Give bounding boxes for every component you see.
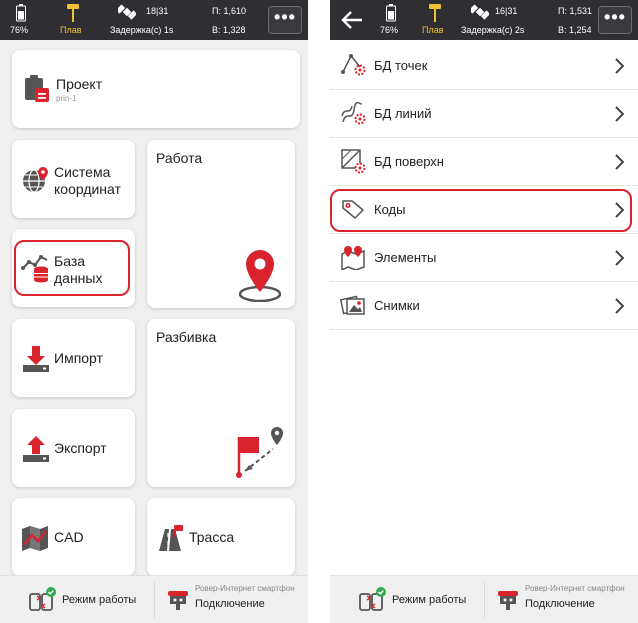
battery-status: 76% <box>374 0 408 40</box>
solution-status[interactable]: Плав <box>56 0 90 40</box>
project-name: prin-1 <box>56 94 77 103</box>
stakeout-card[interactable]: Разбивка <box>147 319 295 487</box>
connection-label: Подключение <box>525 598 595 610</box>
satellite-status[interactable]: 18|31 Задержка(с) 1s <box>110 0 200 40</box>
list-item-label: Снимки <box>374 298 420 313</box>
connection-button[interactable]: Ровер-Интернет смартфон Подключение <box>155 576 308 623</box>
import-title: Импорт <box>54 350 103 366</box>
satellite-icon <box>118 4 136 20</box>
cad-map-icon <box>22 526 48 551</box>
chevron-right-icon <box>615 154 624 170</box>
precision-status: П: 1,610 В: 1,328 <box>212 0 262 40</box>
divider <box>330 329 638 330</box>
bottom-bar: Режим работы Ровер-Интернет смартфон Под… <box>0 575 308 623</box>
chevron-right-icon <box>615 250 624 266</box>
import-card[interactable]: Импорт <box>12 319 135 397</box>
coordinate-system-title: Система координат <box>54 164 121 197</box>
vertical-precision: В: 1,328 <box>212 25 246 35</box>
rover-icon <box>498 591 518 610</box>
list-item-label: Элементы <box>374 250 437 265</box>
connection-button[interactable]: Ровер-Интернет смартфон Подключение <box>485 576 638 623</box>
chevron-right-icon <box>615 58 624 74</box>
project-title: Проект <box>56 76 103 92</box>
globe-icon <box>23 167 48 193</box>
connection-label: Подключение <box>195 598 265 610</box>
work-mode-label: Режим работы <box>392 594 467 606</box>
work-mode-icon <box>29 587 56 611</box>
point-db-icon <box>341 54 366 76</box>
horizontal-precision: П: 1,531 <box>558 6 592 16</box>
rover-icon <box>168 591 188 610</box>
horizontal-precision: П: 1,610 <box>212 6 246 16</box>
work-mode-label: Режим работы <box>62 594 137 606</box>
work-title: Работа <box>156 150 203 166</box>
coordinate-system-card[interactable]: Система координат <box>12 140 135 218</box>
solution-status[interactable]: Плав <box>418 0 452 40</box>
route-icon <box>159 525 183 551</box>
battery-icon <box>386 4 396 22</box>
device-name: Ровер-Интернет смартфон <box>195 584 295 593</box>
more-button[interactable]: ••• <box>598 6 632 34</box>
codes-highlight <box>330 189 632 232</box>
export-icon <box>23 436 49 462</box>
solution-mode: Плав <box>60 25 82 35</box>
satellite-count: 16|31 <box>495 6 518 16</box>
list-item-label: БД линий <box>374 106 432 121</box>
database-highlight <box>14 240 130 296</box>
map-elements-icon <box>341 246 365 270</box>
database-screen: 76% Плав 16|31 Задержка(с) 2s П: 1,531 В… <box>330 0 638 623</box>
work-mode-button[interactable]: Режим работы <box>0 576 154 623</box>
more-button[interactable]: ••• <box>268 6 302 34</box>
project-card[interactable]: Проект prin-1 <box>12 50 300 128</box>
latency: Задержка(с) 2s <box>461 25 525 35</box>
battery-status: 76% <box>6 0 40 40</box>
photos-icon <box>340 295 365 315</box>
device-name: Ровер-Интернет смартфон <box>525 584 625 593</box>
work-mode-icon <box>359 587 386 611</box>
route-card[interactable]: Трасса <box>147 498 295 576</box>
list-item-point-db[interactable]: БД точек <box>330 42 638 90</box>
satellite-count: 18|31 <box>146 6 169 16</box>
list-item-photos[interactable]: Снимки <box>330 282 638 330</box>
cad-card[interactable]: CAD <box>12 498 135 576</box>
route-title: Трасса <box>189 529 235 545</box>
chevron-right-icon <box>615 106 624 122</box>
solution-mode: Плав <box>422 25 444 35</box>
battery-level: 76% <box>10 25 29 35</box>
list-item-label: БД точек <box>374 58 428 73</box>
list-item-line-db[interactable]: БД линий <box>330 90 638 138</box>
work-mode-button[interactable]: Режим работы <box>330 576 484 623</box>
stakeout-title: Разбивка <box>156 329 217 345</box>
antenna-icon <box>67 4 79 22</box>
status-bar: 76% Плав 18|31 Задержка(с) 1s П: 1,610 В… <box>0 0 308 40</box>
battery-level: 76% <box>380 25 399 35</box>
list-item-surface-db[interactable]: БД поверхн <box>330 138 638 186</box>
map-pin-icon <box>238 250 282 302</box>
antenna-icon <box>429 4 441 22</box>
status-bar: 76% Плав 16|31 Задержка(с) 2s П: 1,531 В… <box>330 0 638 40</box>
satellite-icon <box>471 4 489 20</box>
project-icon <box>25 75 49 102</box>
export-card[interactable]: Экспорт <box>12 409 135 487</box>
main-menu-screen: 76% Плав 18|31 Задержка(с) 1s П: 1,610 В… <box>0 0 308 623</box>
back-arrow-icon[interactable] <box>338 8 366 32</box>
battery-icon <box>16 4 26 22</box>
chevron-right-icon <box>615 298 624 314</box>
export-title: Экспорт <box>54 440 107 456</box>
bottom-bar: Режим работы Ровер-Интернет смартфон Под… <box>330 575 638 623</box>
stakeout-flag-icon <box>236 427 283 478</box>
list-item-label: БД поверхн <box>374 154 444 169</box>
work-card[interactable]: Работа <box>147 140 295 308</box>
latency: Задержка(с) 1s <box>110 25 174 35</box>
satellite-status[interactable]: 16|31 Задержка(с) 2s <box>461 0 551 40</box>
cad-title: CAD <box>54 529 84 545</box>
line-db-icon <box>341 101 366 125</box>
import-icon <box>23 346 49 372</box>
surface-db-icon <box>341 149 366 174</box>
list-item-elements[interactable]: Элементы <box>330 234 638 282</box>
vertical-precision: В: 1,254 <box>558 25 592 35</box>
